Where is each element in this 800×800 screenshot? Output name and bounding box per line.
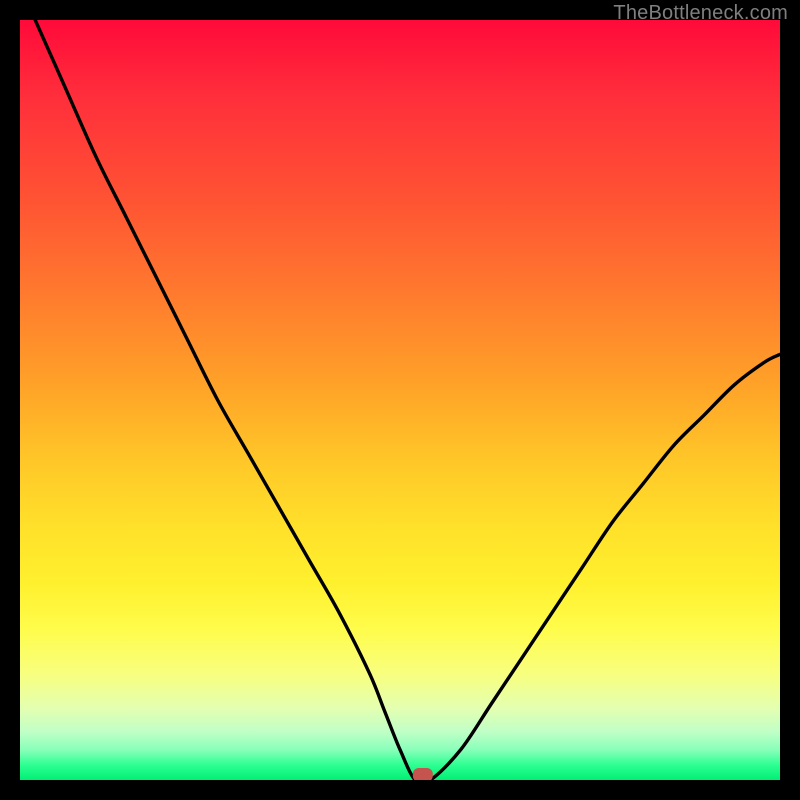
bottleneck-curve (35, 20, 780, 780)
chart-frame: TheBottleneck.com (0, 0, 800, 800)
curve-layer (20, 20, 780, 780)
gradient-plot-area (20, 20, 780, 780)
minimum-marker (413, 768, 433, 780)
